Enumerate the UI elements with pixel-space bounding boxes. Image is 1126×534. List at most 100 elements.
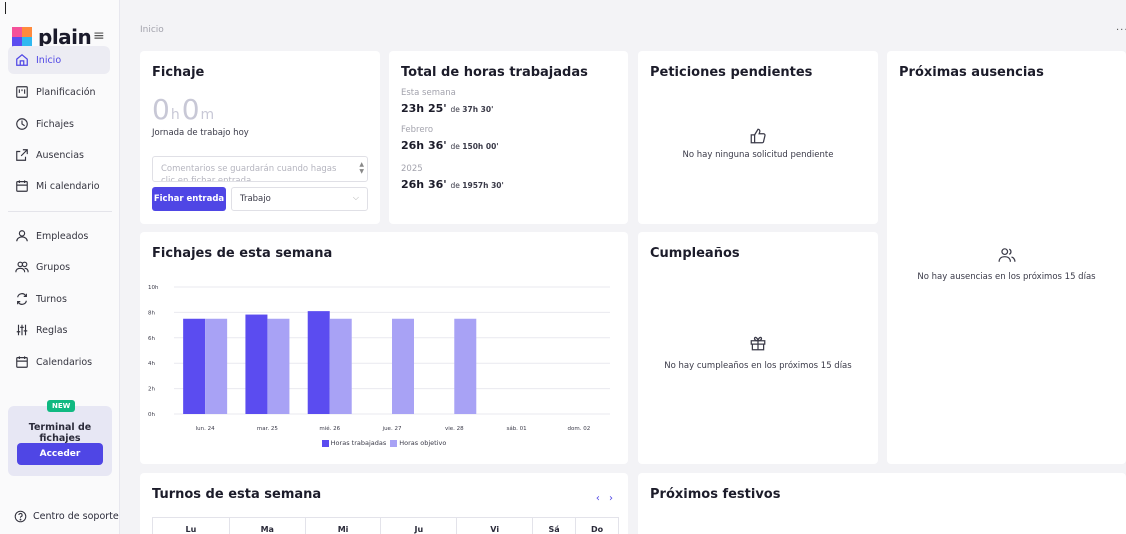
bar-target [267,318,290,414]
card-title: Próximas ausencias [899,65,1044,80]
day-header: Vi [456,517,534,534]
sidebar-item-label: Empleados [36,230,89,242]
chevron-down-icon: ⌵ [352,193,359,202]
sidebar-item-label: Planificación [36,86,96,98]
calendar-icon [16,180,28,192]
week-nav-arrows[interactable]: ‹ › [596,493,616,504]
comments-placeholder: Comentarios se guardarán cuando hagas cl… [161,164,337,182]
timer-minutes: 0 [181,93,200,126]
legend-swatch [390,439,398,447]
planning-icon [16,86,28,98]
support-label: Centro de soporte [33,511,119,522]
x-tick-label: sáb. 01 [506,425,526,432]
ausencias-card: Próximas ausencias No hay ausencias en l… [887,51,1126,464]
support-link[interactable]: Centro de soporte [14,510,119,523]
clock-icon [16,118,28,130]
resize-spinner-icon[interactable]: ▲ ▼ [359,161,364,175]
sidebar-item-calendarios[interactable]: Calendarios [8,348,110,376]
calendar-icon [16,356,28,368]
work-timer: 0 h 0 m [152,93,216,126]
terminal-title: Terminal de fichajes [28,422,92,444]
sidebar-item-reglas[interactable]: Reglas [8,316,110,344]
bar-target [329,318,352,414]
empty-state-text: No hay cumpleaños en los próximos 15 día… [664,361,852,371]
period-label: Febrero [401,125,434,135]
x-tick-label: jue. 27 [382,426,402,432]
weekly-bar-chart: 0h 2h 4h 6h 8h 10h lun. 24 mar. 25 mié. 26 jue. 2… [148,285,610,432]
total-hours-card: Total de horas trabajadas Esta semana 23… [389,51,628,224]
bar-target [454,318,477,414]
external-link-icon [16,149,28,161]
period-label: Esta semana [401,88,456,98]
breadcrumb[interactable]: Inicio [140,25,164,35]
timer-hours: 0 [152,93,170,126]
jornada-label: Jornada de trabajo hoy [152,128,249,138]
legend-label: Horas trabajadas [330,439,387,447]
empty-state-text: No hay ausencias en los próximos 15 días [917,272,1096,282]
y-tick-label: 8h [148,310,155,316]
week-table: Lu Ma Mi Ju Vi Sá Do [152,517,619,534]
logo-icon [12,27,32,47]
sidebar-item-label: Turnos [36,293,67,305]
target-hours: 150h 00' [462,142,499,151]
comments-textarea[interactable]: Comentarios se guardarán cuando hagas cl… [152,156,368,182]
fichaje-card: Fichaje 0 h 0 m Jornada de trabajo hoy C… [140,51,380,224]
period-value: 26h 36' de 150h 00' [401,139,499,152]
user-icon [16,230,28,242]
sidebar-item-label: Calendarios [36,356,93,368]
help-icon [14,510,27,523]
y-tick-label: 4h [148,361,155,367]
sidebar-item-grupos[interactable]: Grupos [8,253,110,281]
empty-state-text: No hay ninguna solicitud pendiente [682,150,834,160]
peticiones-card: Peticiones pendientes No hay ninguna sol… [638,51,878,224]
table-row: Lu Ma Mi Ju Vi Sá Do [152,517,619,534]
legend-item[interactable]: Horas trabajadas [321,439,387,447]
period-value: 23h 25' de 37h 30' [401,102,493,115]
day-header: Ju [380,517,458,534]
fichar-entrada-button[interactable]: Fichar entrada [152,187,226,211]
sliders-icon [16,324,28,336]
x-tick-label: vie. 28 [445,426,464,432]
sidebar-item-planificacion[interactable]: Planificación [8,78,110,106]
new-badge: NEW [47,400,76,412]
sidebar-item-inicio[interactable]: Inicio [8,46,110,74]
acceder-button[interactable]: Acceder [17,443,103,465]
y-tick-label: 0h [148,412,155,418]
of-label: de [450,105,460,114]
sidebar-item-turnos[interactable]: Turnos [8,285,110,313]
y-tick-label: 10h [148,285,159,291]
sidebar-item-empleados[interactable]: Empleados [8,222,110,250]
weekly-chart-card: Fichajes de esta semana 0h 2h 4h 6h 8h 10h lun… [140,232,628,464]
sidebar-item-fichajes[interactable]: Fichajes [8,110,110,138]
sidebar: plain ≡ Inicio Planificación Fichajes Au… [0,0,120,534]
more-options-icon[interactable]: ... [1116,22,1126,33]
period-label: 2025 [401,164,423,174]
x-tick-label: lun. 24 [196,426,215,432]
target-hours: 1957h 30' [462,181,504,190]
bar-worked [183,318,206,414]
card-title: Turnos de esta semana [152,487,322,502]
legend-label: Horas objetivo [399,439,447,447]
day-header: Ma [228,517,306,534]
menu-icon[interactable]: ≡ [93,28,105,44]
text-cursor [5,2,6,14]
work-type-select[interactable]: Trabajo ⌵ [231,187,368,211]
users-icon [15,261,29,273]
sidebar-item-label: Ausencias [36,149,84,161]
day-header: Lu [152,517,230,534]
y-tick-label: 6h [148,336,155,342]
card-title: Fichaje [152,65,205,80]
x-tick-label: mié. 26 [319,425,340,432]
turnos-card: Turnos de esta semana ‹ › Lu Ma Mi Ju Vi… [140,473,628,534]
sidebar-item-label: Grupos [36,261,71,273]
legend-item[interactable]: Horas objetivo [390,439,446,447]
gift-icon [750,336,766,351]
period-value: 26h 36' de 1957h 30' [401,178,504,191]
cumpleanos-card: Cumpleaños No hay cumpleaños en los próx… [638,232,878,464]
select-value: Trabajo [240,194,271,204]
bar-worked [307,311,330,414]
home-icon [16,53,28,66]
sidebar-divider [8,211,112,212]
sidebar-item-mi-calendario[interactable]: Mi calendario [8,172,110,200]
sidebar-item-ausencias[interactable]: Ausencias [8,141,110,169]
